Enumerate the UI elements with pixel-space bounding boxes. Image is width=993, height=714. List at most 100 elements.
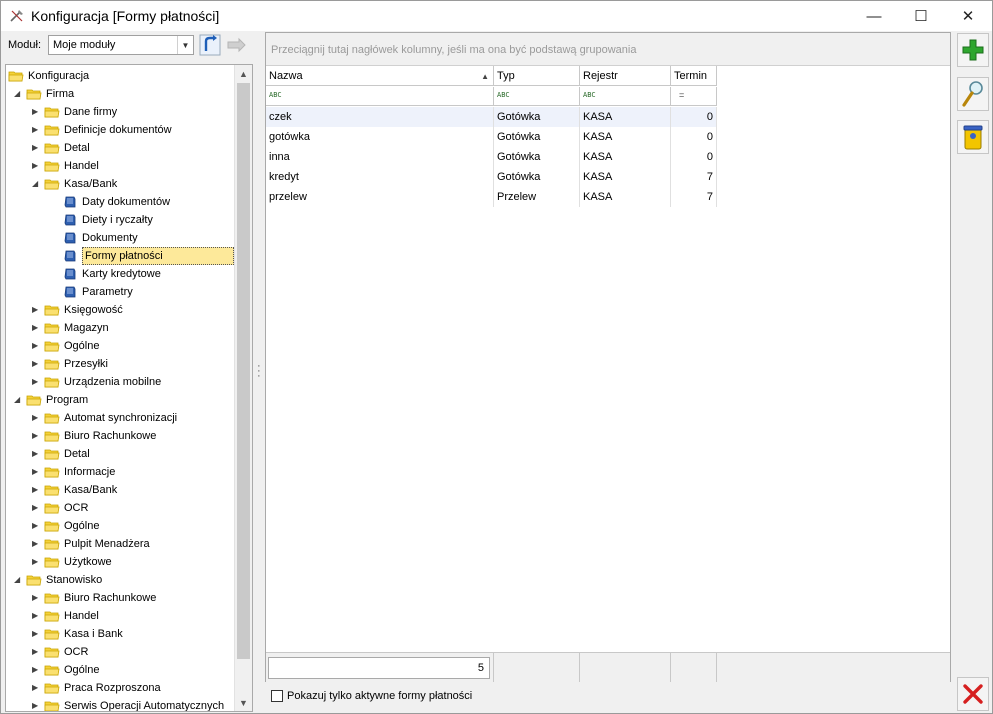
table-cell[interactable]: Gotówka <box>494 127 580 147</box>
collapsed-arrow-icon[interactable]: ▶ <box>32 504 40 512</box>
filter-cell-rejestr[interactable]: ABC <box>580 87 671 106</box>
scroll-thumb[interactable] <box>237 83 250 659</box>
refresh-module-button[interactable] <box>199 34 221 56</box>
collapsed-arrow-icon[interactable]: ▶ <box>32 558 40 566</box>
tree-node[interactable]: ▶ Detal <box>6 445 234 463</box>
maximize-button[interactable]: ☐ <box>898 1 944 31</box>
filter-cell-termin[interactable]: = <box>671 87 717 106</box>
table-cell[interactable]: gotówka <box>266 127 494 147</box>
collapsed-arrow-icon[interactable]: ▶ <box>32 414 40 422</box>
filter-cell-typ[interactable]: ABC <box>494 87 580 106</box>
tree-node[interactable]: ▶ Informacje <box>6 463 234 481</box>
table-cell[interactable]: KASA <box>580 187 671 207</box>
panel-splitter[interactable]: · · · <box>257 361 261 382</box>
table-row[interactable]: inna Gotówka KASA 0 <box>266 147 717 167</box>
module-select[interactable]: Moje moduły ▼ <box>48 35 194 55</box>
close-form-button[interactable] <box>957 677 989 711</box>
export-module-button[interactable] <box>225 34 247 56</box>
collapsed-arrow-icon[interactable]: ▶ <box>32 684 40 692</box>
collapsed-arrow-icon[interactable]: ▶ <box>32 324 40 332</box>
tree-node[interactable]: Karty kredytowe <box>6 265 234 283</box>
tree-node[interactable]: ▶ Przesyłki <box>6 355 234 373</box>
collapsed-arrow-icon[interactable]: ▶ <box>32 648 40 656</box>
collapsed-arrow-icon[interactable]: ▶ <box>32 126 40 134</box>
collapsed-arrow-icon[interactable]: ▶ <box>32 540 40 548</box>
tree-node[interactable]: ▶ OCR <box>6 643 234 661</box>
table-cell[interactable]: KASA <box>580 147 671 167</box>
table-cell[interactable]: przelew <box>266 187 494 207</box>
tree-node[interactable]: ▶ Magazyn <box>6 319 234 337</box>
column-header-nazwa[interactable]: Nazwa ▲ <box>266 66 494 86</box>
tree-node[interactable]: ◢ Stanowisko <box>6 571 234 589</box>
payment-forms-grid[interactable]: Przeciągnij tutaj nagłówek kolumny, jeśl… <box>265 32 951 682</box>
tree-node[interactable]: ▶ Definicje dokumentów <box>6 121 234 139</box>
collapsed-arrow-icon[interactable]: ▶ <box>32 666 40 674</box>
tree-node[interactable]: ▶ Detal <box>6 139 234 157</box>
configuration-tree[interactable]: Konfiguracja ◢ Firma ▶ Dane firmy ▶ Definicje … <box>5 64 253 712</box>
tree-node[interactable]: ▶ Dane firmy <box>6 103 234 121</box>
table-cell[interactable]: Gotówka <box>494 107 580 127</box>
add-button[interactable] <box>957 33 989 67</box>
collapsed-arrow-icon[interactable]: ▶ <box>32 612 40 620</box>
expanded-arrow-icon[interactable]: ◢ <box>14 90 22 98</box>
table-cell[interactable]: kredyt <box>266 167 494 187</box>
delete-button[interactable] <box>957 120 989 154</box>
collapsed-arrow-icon[interactable]: ▶ <box>32 432 40 440</box>
tree-node[interactable]: ◢ Program <box>6 391 234 409</box>
close-window-button[interactable]: ✕ <box>945 1 991 31</box>
table-cell[interactable]: 0 <box>671 147 717 167</box>
collapsed-arrow-icon[interactable]: ▶ <box>32 468 40 476</box>
collapsed-arrow-icon[interactable]: ▶ <box>32 162 40 170</box>
tree-node[interactable]: ▶ OCR <box>6 499 234 517</box>
table-cell[interactable]: 0 <box>671 107 717 127</box>
tree-node[interactable]: ▶ Automat synchronizacji <box>6 409 234 427</box>
filter-cell-nazwa[interactable]: ABC <box>266 87 494 106</box>
group-by-area[interactable]: Przeciągnij tutaj nagłówek kolumny, jeśl… <box>266 33 950 66</box>
collapsed-arrow-icon[interactable]: ▶ <box>32 144 40 152</box>
tree-node[interactable]: Daty dokumentów <box>6 193 234 211</box>
tree-node[interactable]: ▶ Biuro Rachunkowe <box>6 427 234 445</box>
expanded-arrow-icon[interactable]: ◢ <box>32 180 40 188</box>
tree-node[interactable]: ▶ Ogólne <box>6 517 234 535</box>
tree-node[interactable]: ▶ Serwis Operacji Automatycznych <box>6 697 234 711</box>
chevron-down-icon[interactable]: ▼ <box>177 36 193 54</box>
collapsed-arrow-icon[interactable]: ▶ <box>32 486 40 494</box>
collapsed-arrow-icon[interactable]: ▶ <box>32 378 40 386</box>
column-header-rejestr[interactable]: Rejestr <box>580 66 671 86</box>
collapsed-arrow-icon[interactable]: ▶ <box>32 306 40 314</box>
table-cell[interactable]: KASA <box>580 107 671 127</box>
tree-node[interactable]: Konfiguracja <box>6 67 234 85</box>
tree-node[interactable]: ▶ Ogólne <box>6 337 234 355</box>
table-row[interactable]: gotówka Gotówka KASA 0 <box>266 127 717 147</box>
collapsed-arrow-icon[interactable]: ▶ <box>32 594 40 602</box>
table-cell[interactable]: Gotówka <box>494 167 580 187</box>
table-cell[interactable]: KASA <box>580 127 671 147</box>
table-cell[interactable]: KASA <box>580 167 671 187</box>
tree-node[interactable]: ◢ Firma <box>6 85 234 103</box>
collapsed-arrow-icon[interactable]: ▶ <box>32 630 40 638</box>
collapsed-arrow-icon[interactable]: ▶ <box>32 450 40 458</box>
column-header-typ[interactable]: Typ <box>494 66 580 86</box>
tree-node[interactable]: ▶ Użytkowe <box>6 553 234 571</box>
table-cell[interactable]: inna <box>266 147 494 167</box>
table-row[interactable]: przelew Przelew KASA 7 <box>266 187 717 207</box>
table-cell[interactable]: Gotówka <box>494 147 580 167</box>
minimize-button[interactable]: — <box>851 1 897 31</box>
tree-node[interactable]: Diety i ryczałty <box>6 211 234 229</box>
tree-node[interactable]: ▶ Kasa i Bank <box>6 625 234 643</box>
table-cell[interactable]: 7 <box>671 167 717 187</box>
table-cell[interactable]: 0 <box>671 127 717 147</box>
tree-node[interactable]: ▶ Ogólne <box>6 661 234 679</box>
table-cell[interactable]: Przelew <box>494 187 580 207</box>
checkbox-box[interactable] <box>271 690 283 702</box>
tree-node[interactable]: Formy płatności <box>6 247 234 265</box>
collapsed-arrow-icon[interactable]: ▶ <box>32 702 40 710</box>
scroll-up-icon[interactable]: ▲ <box>235 65 252 82</box>
tree-scrollbar[interactable]: ▲ ▼ <box>234 65 252 711</box>
tree-node[interactable]: ▶ Biuro Rachunkowe <box>6 589 234 607</box>
table-row[interactable]: kredyt Gotówka KASA 7 <box>266 167 717 187</box>
column-header-termin[interactable]: Termin <box>671 66 717 86</box>
tree-node[interactable]: ▶ Praca Rozproszona <box>6 679 234 697</box>
tree-node[interactable]: ▶ Handel <box>6 607 234 625</box>
tree-node[interactable]: ▶ Urządzenia mobilne <box>6 373 234 391</box>
